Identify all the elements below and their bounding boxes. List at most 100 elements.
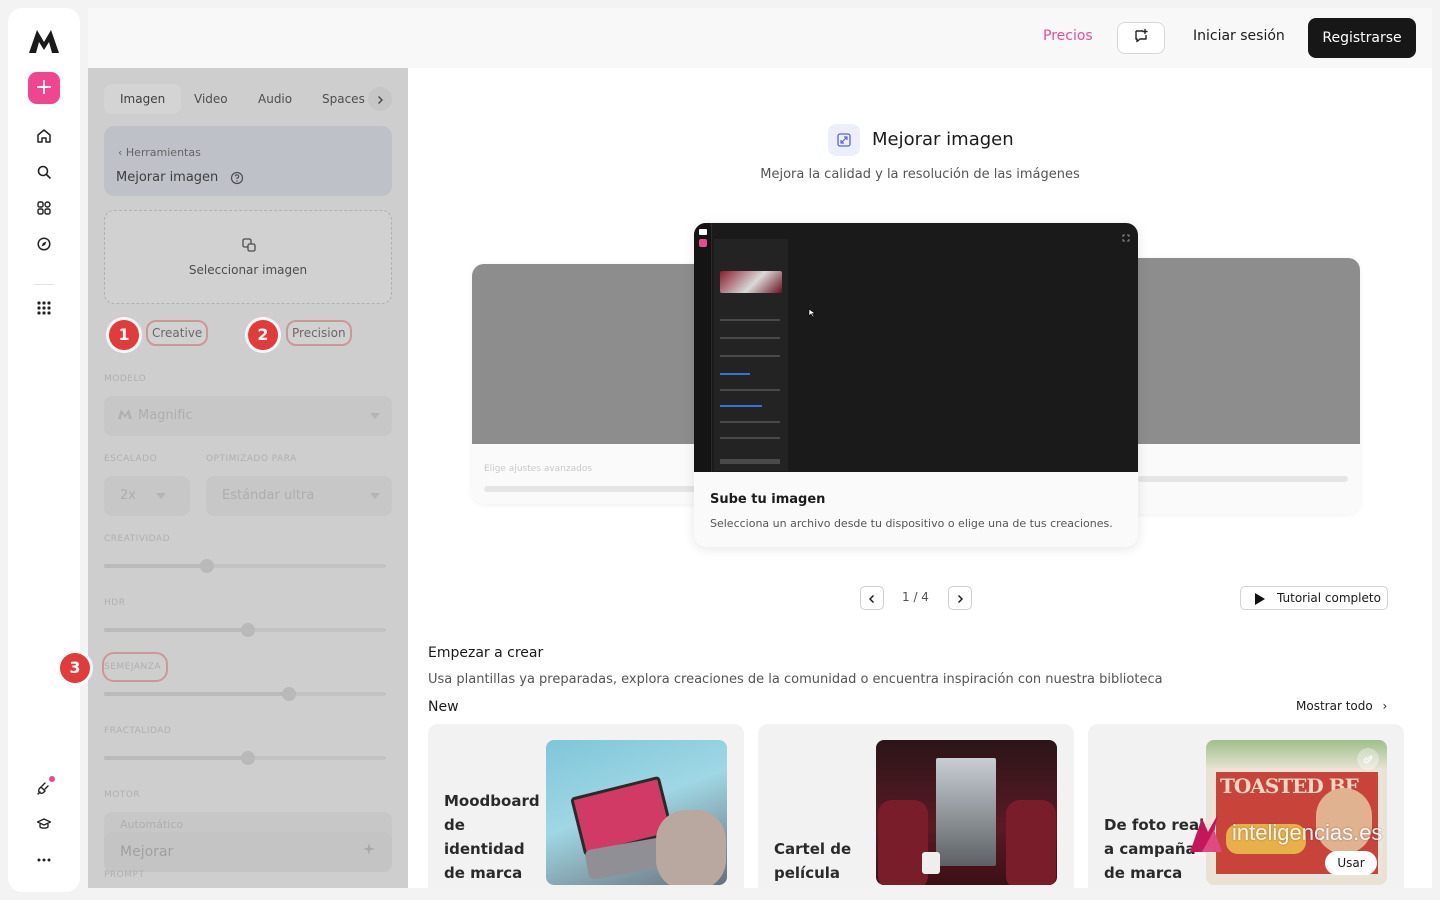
carousel-prev-card[interactable]: Elige ajustes avanzados xyxy=(472,264,732,504)
resemblance-label: SEMEJANZA xyxy=(104,662,162,672)
breadcrumb-label: Herramientas xyxy=(125,146,201,159)
new-heading: New xyxy=(428,699,459,715)
step-badge-3: 3 xyxy=(60,653,90,683)
tool-title: Mejorar imagen xyxy=(116,170,219,185)
learn-icon[interactable] xyxy=(32,812,56,836)
register-button[interactable]: Registrarse xyxy=(1308,18,1416,58)
template-card-moodboard[interactable]: Moodboard de identidad de marca xyxy=(428,724,744,888)
apps-icon[interactable] xyxy=(32,296,56,320)
tool-breadcrumb-card: ‹ Herramientas Mejorar imagen xyxy=(104,126,392,196)
carousel-next-card[interactable] xyxy=(1108,258,1360,514)
image-upload-icon xyxy=(241,237,257,257)
hdr-label: HDR xyxy=(104,598,126,608)
login-link[interactable]: Iniciar sesión xyxy=(1193,28,1285,44)
app-logo[interactable] xyxy=(28,28,60,54)
tabs-scroll-right-button[interactable] xyxy=(368,87,392,111)
scale-select[interactable]: 2x xyxy=(104,476,190,516)
creativity-slider-knob[interactable] xyxy=(200,559,214,573)
enhance-submit-button[interactable]: Mejorar xyxy=(104,832,392,872)
chevron-left-icon: ‹ xyxy=(118,146,123,159)
mode-creative[interactable]: Creative xyxy=(146,320,209,346)
hdr-slider-fill xyxy=(104,628,248,632)
chevron-left-icon xyxy=(867,589,877,608)
model-logo-icon xyxy=(118,396,132,436)
page-subtitle: Mejora la calidad y la resolución de las… xyxy=(760,167,1080,182)
engine-label: MOTOR xyxy=(104,790,141,800)
creativity-slider-fill xyxy=(104,564,207,568)
home-icon[interactable] xyxy=(32,124,56,148)
tab-video[interactable]: Video xyxy=(178,84,244,114)
show-all-link[interactable]: Mostrar todo › xyxy=(1296,699,1387,713)
tab-audio[interactable]: Audio xyxy=(242,84,308,114)
chevron-right-icon xyxy=(955,589,965,608)
scale-label: ESCALADO xyxy=(104,454,158,464)
new-creation-button[interactable]: + xyxy=(28,72,60,104)
chevron-right-icon: › xyxy=(1382,699,1388,713)
link-icon[interactable] xyxy=(1357,748,1379,770)
carousel-next-button[interactable] xyxy=(948,586,972,610)
template-card-movie-poster[interactable]: Cartel de película xyxy=(758,724,1074,888)
image-dropzone[interactable]: Seleccionar imagen xyxy=(104,210,392,304)
optimize-value: Estándar ultra xyxy=(222,488,315,503)
model-value: Magnific xyxy=(138,408,193,423)
carousel-card-description: Selecciona un archivo desde tu dispositi… xyxy=(710,517,1113,530)
media-tabs: Imagen Video Audio Spaces xyxy=(104,84,392,114)
feedback-button[interactable] xyxy=(1117,22,1165,54)
fractality-slider[interactable] xyxy=(104,751,386,765)
help-icon[interactable] xyxy=(230,170,244,189)
template-title: Moodboard de identidad de marca xyxy=(444,792,540,882)
fractality-label: FRACTALIDAD xyxy=(104,726,172,736)
page-title: Mejorar imagen xyxy=(872,129,1014,150)
resemblance-slider-knob[interactable] xyxy=(282,687,296,701)
tool-panel: Imagen Video Audio Spaces ‹ Herramientas… xyxy=(88,68,408,888)
section-subtitle: Usa plantillas ya preparadas, explora cr… xyxy=(428,672,1163,687)
resemblance-slider[interactable] xyxy=(104,687,386,701)
search-icon[interactable] xyxy=(32,160,56,184)
template-image-cinema xyxy=(876,740,1057,885)
template-title: Cartel de película xyxy=(774,840,852,882)
template-card-campaign[interactable]: De foto real a campaña de marca TOASTED … xyxy=(1088,724,1404,888)
carousel-next-desc xyxy=(1138,476,1348,482)
cursor-icon xyxy=(808,303,816,322)
carousel-card-title: Sube tu imagen xyxy=(710,492,826,507)
expand-icon[interactable] xyxy=(1122,227,1130,246)
mode-precision[interactable]: Precision xyxy=(286,320,352,346)
more-icon[interactable] xyxy=(32,848,56,872)
left-rail: + xyxy=(8,8,80,892)
resemblance-slider-fill xyxy=(104,692,289,696)
chevron-down-icon xyxy=(156,493,166,499)
grid-icon[interactable] xyxy=(32,196,56,220)
carousel-pager: 1 / 4 xyxy=(902,590,929,604)
optimize-select[interactable]: Estándar ultra xyxy=(206,476,392,516)
carousel-prev-screenshot xyxy=(472,264,732,444)
carousel-prev-button[interactable] xyxy=(860,586,884,610)
creativity-slider[interactable] xyxy=(104,559,386,573)
model-label: MODELO xyxy=(104,374,147,384)
play-icon xyxy=(1255,593,1265,605)
explore-icon[interactable] xyxy=(32,232,56,256)
enhance-image-icon xyxy=(828,124,860,156)
chevron-right-icon xyxy=(375,90,385,109)
template-image-laptop xyxy=(546,740,727,885)
tab-imagen[interactable]: Imagen xyxy=(104,84,182,114)
top-bar: Precios Iniciar sesión Registrarse xyxy=(88,8,1432,68)
pricing-link[interactable]: Precios xyxy=(1043,28,1093,44)
rail-divider xyxy=(34,284,54,285)
use-template-button[interactable]: Usar xyxy=(1325,851,1377,875)
carousel-active-card: Sube tu imagen Selecciona un archivo des… xyxy=(694,223,1138,547)
model-select[interactable]: Magnific xyxy=(104,396,392,436)
fractality-slider-fill xyxy=(104,756,248,760)
hdr-slider-knob[interactable] xyxy=(241,623,255,637)
fractality-slider-knob[interactable] xyxy=(241,751,255,765)
screenshot-rail xyxy=(694,223,712,472)
optimize-label: OPTIMIZADO PARA xyxy=(206,454,297,464)
breadcrumb[interactable]: ‹ Herramientas xyxy=(118,146,201,159)
full-tutorial-button[interactable]: Tutorial completo xyxy=(1240,586,1388,610)
carousel-next-screenshot xyxy=(1108,258,1360,444)
plug-icon[interactable] xyxy=(32,776,56,800)
section-title: Empezar a crear xyxy=(428,645,544,661)
tutorial-screenshot xyxy=(694,223,1138,472)
screenshot-car-thumbnail xyxy=(720,271,782,293)
notification-dot xyxy=(49,776,55,782)
hdr-slider[interactable] xyxy=(104,623,386,637)
